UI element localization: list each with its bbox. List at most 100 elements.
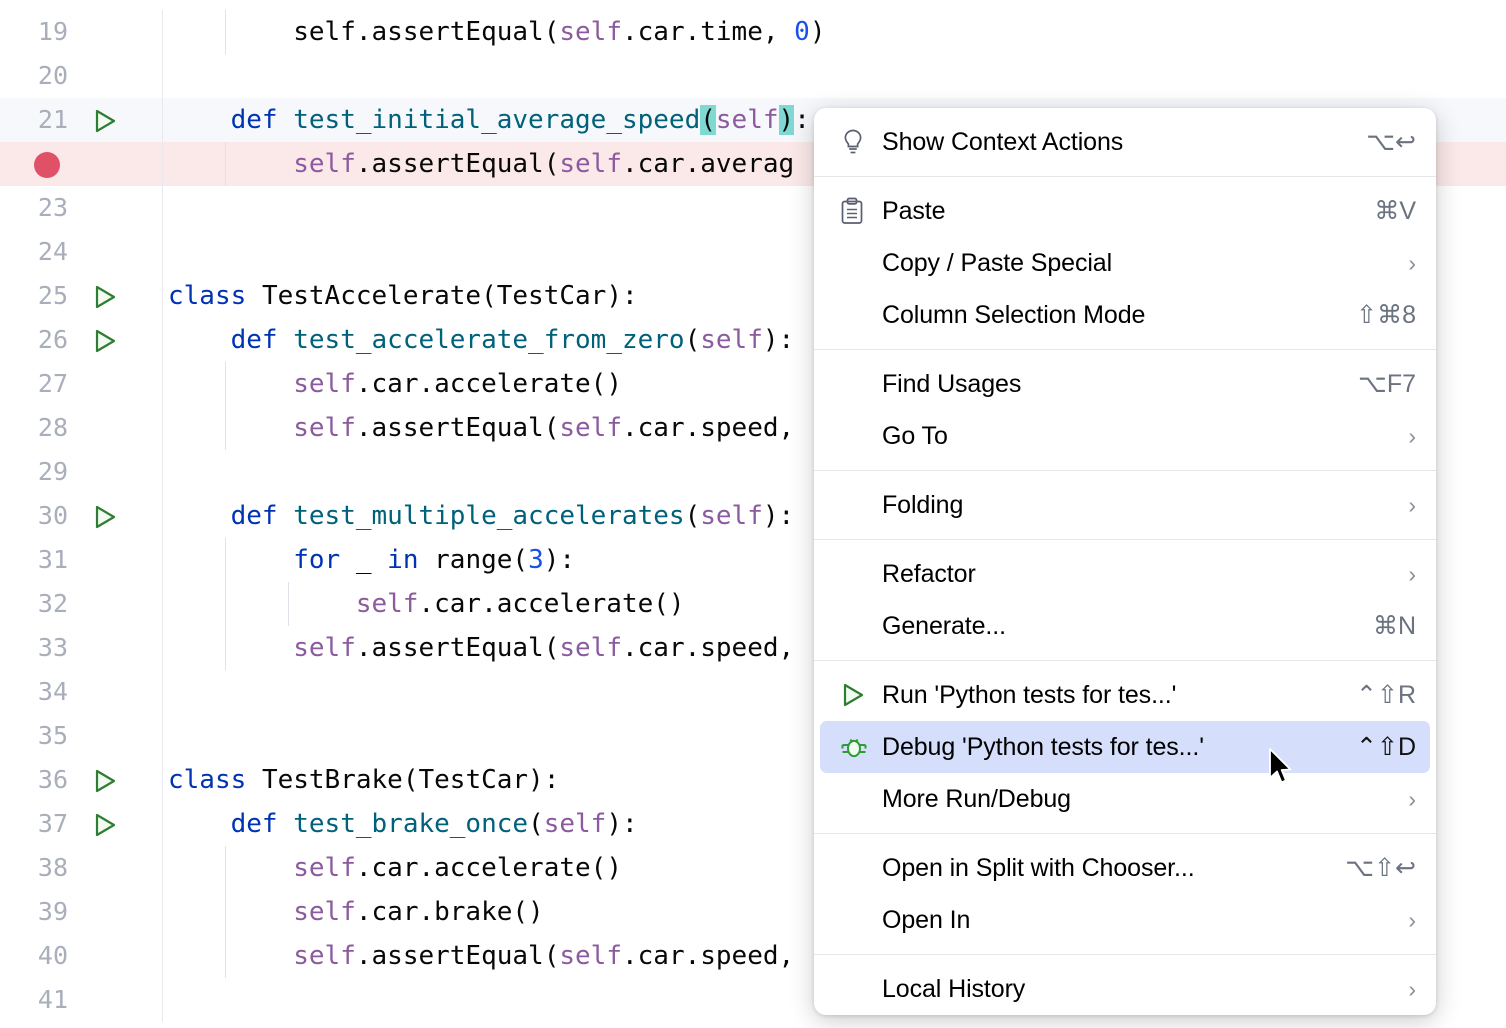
- menu-item-shortcut: ⌃⇧R: [1340, 680, 1416, 710]
- code-text[interactable]: for _ in range(3):: [168, 538, 575, 582]
- run-gutter-icon[interactable]: [92, 274, 122, 318]
- line-number: 20: [0, 54, 68, 98]
- menu-item-refactor[interactable]: Refactor›: [820, 548, 1430, 600]
- menu-item-folding[interactable]: Folding›: [820, 479, 1430, 531]
- run-gutter-icon[interactable]: [92, 802, 122, 846]
- menu-item-find-usages[interactable]: Find Usages⌥F7: [820, 358, 1430, 410]
- code-token: .assertEqual(: [356, 17, 560, 47]
- breakpoint-icon[interactable]: [34, 152, 60, 178]
- code-token: def: [231, 809, 278, 839]
- menu-item-shortcut: ⌥F7: [1342, 369, 1416, 399]
- screen: 19 self.assertEqual(self.car.time, 0)20 2…: [0, 0, 1506, 1028]
- code-token: test_initial_average_speed: [293, 105, 700, 135]
- gutter-separator: [162, 450, 163, 494]
- menu-item-label: Generate...: [882, 612, 1357, 641]
- code-text[interactable]: self.car.accelerate(): [168, 582, 685, 626]
- code-token: [168, 589, 356, 619]
- code-token: .car.brake(): [356, 897, 544, 927]
- gutter-separator: [162, 978, 163, 1022]
- menu-item-label: Run 'Python tests for tes...': [882, 681, 1340, 710]
- code-token: [168, 501, 231, 531]
- menu-item-run-python-tests-for-tes[interactable]: Run 'Python tests for tes...'⌃⇧R: [820, 669, 1430, 721]
- menu-item-shortcut: ⌃⇧D: [1340, 732, 1416, 762]
- menu-item-open-in[interactable]: Open In›: [820, 894, 1430, 946]
- code-text[interactable]: def test_multiple_accelerates(self):: [168, 494, 794, 538]
- run-gutter-icon[interactable]: [92, 98, 122, 142]
- chevron-right-icon: ›: [1382, 561, 1416, 588]
- gutter-separator: [162, 670, 163, 714]
- code-token: self: [293, 413, 356, 443]
- line-number: 40: [0, 934, 68, 978]
- code-token: self: [559, 17, 622, 47]
- code-line[interactable]: 19 self.assertEqual(self.car.time, 0): [0, 10, 1506, 54]
- code-text[interactable]: self.car.accelerate(): [168, 362, 622, 406]
- context-menu[interactable]: Show Context Actions⌥↩Paste⌘VCopy / Past…: [814, 108, 1436, 1015]
- code-token: [168, 413, 293, 443]
- code-token: ):: [544, 545, 575, 575]
- gutter-separator: [162, 142, 163, 186]
- code-token: self: [559, 941, 622, 971]
- code-token: (: [685, 501, 701, 531]
- menu-item-paste[interactable]: Paste⌘V: [820, 185, 1430, 237]
- menu-item-local-history[interactable]: Local History›: [820, 963, 1430, 1015]
- gutter-separator: [162, 54, 163, 98]
- code-token: [168, 809, 231, 839]
- code-token: self: [559, 149, 622, 179]
- menu-item-more-run-debug[interactable]: More Run/Debug›: [820, 773, 1430, 825]
- menu-item-debug-python-tests-for-tes[interactable]: Debug 'Python tests for tes...'⌃⇧D: [820, 721, 1430, 773]
- menu-item-shortcut: ⌘V: [1358, 196, 1416, 226]
- code-token: in: [387, 545, 418, 575]
- chevron-right-icon: ›: [1382, 907, 1416, 934]
- code-text[interactable]: self.assertEqual(self.car.speed,: [168, 626, 794, 670]
- menu-item-copy-paste-special[interactable]: Copy / Paste Special›: [820, 237, 1430, 289]
- code-text[interactable]: self.assertEqual(self.car.speed,: [168, 406, 794, 450]
- code-token: ):: [606, 809, 637, 839]
- gutter-separator: [162, 846, 163, 890]
- code-text[interactable]: class TestBrake(TestCar):: [168, 758, 559, 802]
- menu-separator: [814, 470, 1436, 471]
- menu-item-label: Folding: [882, 491, 1382, 520]
- menu-item-label: Debug 'Python tests for tes...': [882, 733, 1340, 762]
- code-token: [278, 501, 294, 531]
- menu-item-open-in-split-with-chooser[interactable]: Open in Split with Chooser...⌥⇧↩: [820, 842, 1430, 894]
- gutter-separator: [162, 230, 163, 274]
- line-number: 38: [0, 846, 68, 890]
- line-number: 35: [0, 714, 68, 758]
- line-number: 37: [0, 802, 68, 846]
- code-token: self: [700, 325, 763, 355]
- code-text[interactable]: def test_brake_once(self):: [168, 802, 638, 846]
- code-text[interactable]: self.assertEqual(self.car.time, 0): [168, 10, 825, 54]
- chevron-right-icon: ›: [1382, 492, 1416, 519]
- menu-separator: [814, 176, 1436, 177]
- code-text[interactable]: self.car.brake(): [168, 890, 544, 934]
- code-text[interactable]: self.assertEqual(self.car.averag: [168, 142, 794, 186]
- code-text[interactable]: def test_initial_average_speed(self):: [168, 98, 810, 142]
- code-token: def: [231, 501, 278, 531]
- lightbulb-icon: [840, 128, 882, 156]
- code-text[interactable]: self.assertEqual(self.car.speed,: [168, 934, 794, 978]
- bug-icon: [840, 733, 882, 761]
- run-gutter-icon[interactable]: [92, 318, 122, 362]
- menu-item-column-selection-mode[interactable]: Column Selection Mode⇧⌘8: [820, 289, 1430, 341]
- gutter-separator: [162, 758, 163, 802]
- menu-item-go-to[interactable]: Go To›: [820, 410, 1430, 462]
- code-token: [168, 369, 293, 399]
- code-line[interactable]: 20: [0, 54, 1506, 98]
- menu-item-shortcut: ⌥↩: [1350, 127, 1416, 157]
- code-text[interactable]: def test_accelerate_from_zero(self):: [168, 318, 794, 362]
- run-gutter-icon[interactable]: [92, 494, 122, 538]
- line-number: 25: [0, 274, 68, 318]
- menu-item-label: Copy / Paste Special: [882, 249, 1382, 278]
- code-text[interactable]: self.car.accelerate(): [168, 846, 622, 890]
- code-text[interactable]: class TestAccelerate(TestCar):: [168, 274, 638, 318]
- line-number: 39: [0, 890, 68, 934]
- code-token: .assertEqual(: [356, 633, 560, 663]
- code-token: test_accelerate_from_zero: [293, 325, 684, 355]
- line-number: 30: [0, 494, 68, 538]
- gutter-separator: [162, 274, 163, 318]
- code-token: :: [794, 105, 810, 135]
- menu-item-generate[interactable]: Generate...⌘N: [820, 600, 1430, 652]
- menu-item-show-context-actions[interactable]: Show Context Actions⌥↩: [820, 116, 1430, 168]
- matched-brace: (: [700, 105, 716, 135]
- run-gutter-icon[interactable]: [92, 758, 122, 802]
